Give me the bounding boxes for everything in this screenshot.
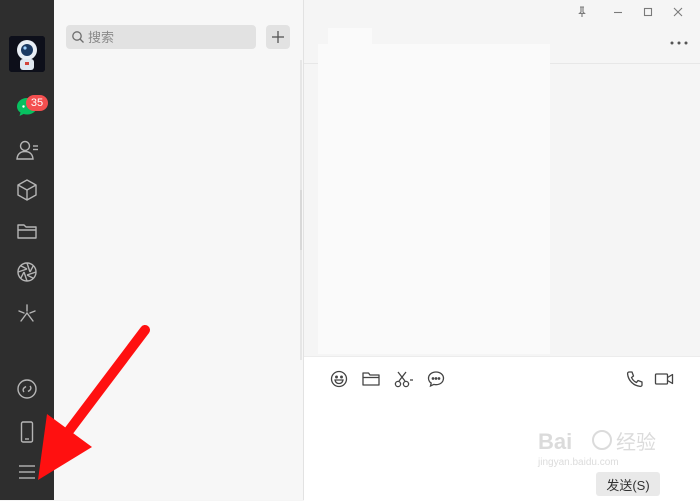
scissors-icon[interactable] <box>393 369 415 389</box>
left-nav: 35 <box>0 0 54 500</box>
plus-icon <box>272 31 284 43</box>
sparkle-icon[interactable] <box>14 300 40 326</box>
cube-icon[interactable] <box>14 177 40 203</box>
chat-window: Bai 经验 jingyan.baidu.com 发送(S) <box>304 0 700 501</box>
search-icon <box>72 31 84 43</box>
close-icon[interactable] <box>668 4 688 20</box>
chat-title-placeholder <box>328 28 372 44</box>
emoji-icon[interactable] <box>328 369 350 389</box>
watermark-text-2: 经验 <box>616 430 656 454</box>
video-icon[interactable] <box>653 369 675 389</box>
contacts-icon[interactable] <box>14 137 40 163</box>
minimize-icon[interactable] <box>608 4 628 20</box>
search-box[interactable] <box>66 25 256 49</box>
aperture-icon[interactable] <box>14 259 40 285</box>
list-scrollbar-thumb[interactable] <box>300 190 302 250</box>
search-input[interactable] <box>88 25 248 49</box>
avatar[interactable] <box>9 36 45 72</box>
chat-bubble-icon[interactable] <box>425 369 447 389</box>
send-button[interactable]: 发送(S) <box>596 472 660 496</box>
pin-icon[interactable] <box>572 4 592 20</box>
folder-icon[interactable] <box>14 218 40 244</box>
more-options-icon[interactable] <box>668 36 690 50</box>
unread-badge: 35 <box>26 95 48 111</box>
baidu-watermark: Bai 经验 jingyan.baidu.com <box>537 429 656 468</box>
phone-icon[interactable] <box>14 419 40 445</box>
link-icon[interactable] <box>14 376 40 402</box>
menu-icon[interactable] <box>14 459 40 485</box>
folder-icon[interactable] <box>360 369 382 389</box>
voice-call-icon[interactable] <box>624 369 646 389</box>
add-button[interactable] <box>266 25 290 49</box>
chat-list-panel <box>54 0 304 500</box>
watermark-text-1: Bai <box>538 429 572 454</box>
message-area <box>318 44 550 354</box>
maximize-icon[interactable] <box>638 4 658 20</box>
composer: Bai 经验 jingyan.baidu.com 发送(S) <box>304 356 700 501</box>
watermark-text-3: jingyan.baidu.com <box>537 457 619 468</box>
